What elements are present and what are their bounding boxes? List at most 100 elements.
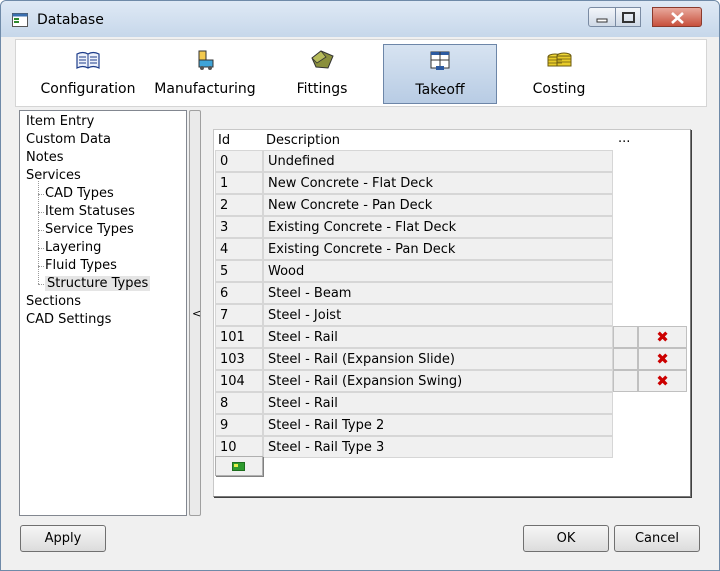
fittings-icon xyxy=(311,50,334,69)
table-row[interactable]: 7 Steel - Joist xyxy=(215,304,691,326)
cell-id[interactable]: 103 xyxy=(215,348,263,370)
add-row-button[interactable] xyxy=(215,456,263,476)
table-row[interactable]: 10 Steel - Rail Type 3 xyxy=(215,436,691,458)
book-icon xyxy=(76,51,100,69)
tree-connector xyxy=(38,230,44,231)
machine-icon xyxy=(198,50,214,70)
cell-id[interactable]: 104 xyxy=(215,370,263,392)
cell-description[interactable]: Steel - Rail (Expansion Swing) xyxy=(263,370,613,392)
cancel-button[interactable]: Cancel xyxy=(614,525,700,552)
coins-icon xyxy=(547,52,572,67)
cell-id[interactable]: 6 xyxy=(215,282,263,304)
collapse-panel-splitter[interactable]: < xyxy=(189,110,201,516)
cell-id[interactable]: 5 xyxy=(215,260,263,282)
table-row[interactable]: 8 Steel - Rail xyxy=(215,392,691,414)
category-toolbar: Configuration Manufacturing Fittings Tak… xyxy=(15,39,707,107)
tree-item-cad-settings[interactable]: CAD Settings xyxy=(26,312,111,327)
table-row[interactable]: 1 New Concrete - Flat Deck xyxy=(215,172,691,194)
cell-id[interactable]: 10 xyxy=(215,436,263,458)
tree-item-structure-types[interactable]: Structure Types xyxy=(45,276,151,291)
tree-item-service-types[interactable]: Service Types xyxy=(45,222,134,237)
row-edit-button[interactable] xyxy=(613,326,638,348)
tool-configuration[interactable]: Configuration xyxy=(28,44,148,104)
table-row[interactable]: 0 Undefined xyxy=(215,150,691,172)
app-icon xyxy=(12,13,28,27)
table-row[interactable]: 5 Wood xyxy=(215,260,691,282)
cell-id[interactable]: 8 xyxy=(215,392,263,414)
minimize-button[interactable] xyxy=(588,7,616,27)
row-edit-button[interactable] xyxy=(613,370,638,392)
structure-types-grid: Id Description ... 0 Undefined 1 New Concre… xyxy=(213,129,691,497)
table-row[interactable]: 6 Steel - Beam xyxy=(215,282,691,304)
tool-manufacturing[interactable]: Manufacturing xyxy=(148,44,262,104)
title-bar: Database xyxy=(1,1,719,37)
cell-description[interactable]: Wood xyxy=(263,260,613,282)
tool-label: Configuration xyxy=(40,81,136,97)
tree-item-notes[interactable]: Notes xyxy=(26,150,64,165)
cell-description[interactable]: Undefined xyxy=(263,150,613,172)
column-header-id: Id xyxy=(218,133,231,148)
tree-item-layering[interactable]: Layering xyxy=(45,240,101,255)
tool-costing[interactable]: Costing xyxy=(509,44,609,104)
row-delete-button[interactable]: ✖ xyxy=(638,326,687,348)
row-delete-button[interactable]: ✖ xyxy=(638,348,687,370)
apply-button[interactable]: Apply xyxy=(20,525,106,552)
delete-icon: ✖ xyxy=(656,350,669,368)
cell-description[interactable]: Steel - Rail (Expansion Slide) xyxy=(263,348,613,370)
tool-label: Costing xyxy=(532,81,586,97)
table-row[interactable]: 9 Steel - Rail Type 2 xyxy=(215,414,691,436)
tree-connector xyxy=(38,212,44,213)
tree-item-cad-types[interactable]: CAD Types xyxy=(45,186,114,201)
window-title: Database xyxy=(37,12,104,28)
cell-description[interactable]: New Concrete - Flat Deck xyxy=(263,172,613,194)
dialog-body: Configuration Manufacturing Fittings Tak… xyxy=(9,37,711,564)
row-delete-button[interactable]: ✖ xyxy=(638,370,687,392)
table-row[interactable]: 104 Steel - Rail (Expansion Swing) ✖ xyxy=(215,370,691,392)
cell-id[interactable]: 3 xyxy=(215,216,263,238)
cell-description[interactable]: Steel - Rail xyxy=(263,326,613,348)
table-row[interactable]: 103 Steel - Rail (Expansion Slide) ✖ xyxy=(215,348,691,370)
tree-item-item-statuses[interactable]: Item Statuses xyxy=(45,204,135,219)
tool-fittings[interactable]: Fittings xyxy=(272,44,372,104)
column-header-description: Description xyxy=(266,133,341,148)
tool-takeoff[interactable]: Takeoff xyxy=(383,44,497,104)
tree-connector xyxy=(38,248,44,249)
tree-item-fluid-types[interactable]: Fluid Types xyxy=(45,258,117,273)
takeoff-icon xyxy=(430,51,450,70)
cell-id[interactable]: 1 xyxy=(215,172,263,194)
cell-description[interactable]: New Concrete - Pan Deck xyxy=(263,194,613,216)
tool-label: Manufacturing xyxy=(154,81,256,97)
table-row[interactable]: 101 Steel - Rail ✖ xyxy=(215,326,691,348)
cell-description[interactable]: Existing Concrete - Pan Deck xyxy=(263,238,613,260)
tree-connector xyxy=(38,284,44,285)
tree-item-item-entry[interactable]: Item Entry xyxy=(26,114,94,129)
cell-id[interactable]: 0 xyxy=(215,150,263,172)
table-row[interactable]: 3 Existing Concrete - Flat Deck xyxy=(215,216,691,238)
maximize-button[interactable] xyxy=(615,7,641,27)
ok-button[interactable]: OK xyxy=(523,525,609,552)
database-window: Database Configuration Manufacturing Fit… xyxy=(0,0,720,571)
delete-icon: ✖ xyxy=(656,328,669,346)
tool-label: Takeoff xyxy=(415,82,465,98)
table-row[interactable]: 2 New Concrete - Pan Deck xyxy=(215,194,691,216)
cell-description[interactable]: Steel - Beam xyxy=(263,282,613,304)
cell-description[interactable]: Existing Concrete - Flat Deck xyxy=(263,216,613,238)
row-edit-button[interactable] xyxy=(613,348,638,370)
table-row[interactable]: 4 Existing Concrete - Pan Deck xyxy=(215,238,691,260)
cell-description[interactable]: Steel - Rail Type 2 xyxy=(263,414,613,436)
collapse-arrow-icon: < xyxy=(192,307,202,320)
cell-description[interactable]: Steel - Rail xyxy=(263,392,613,414)
cell-id[interactable]: 7 xyxy=(215,304,263,326)
cell-id[interactable]: 2 xyxy=(215,194,263,216)
tree-connector xyxy=(38,266,44,267)
cell-id[interactable]: 9 xyxy=(215,414,263,436)
tree-item-custom-data[interactable]: Custom Data xyxy=(26,132,111,147)
cell-description[interactable]: Steel - Rail Type 3 xyxy=(263,436,613,458)
cell-id[interactable]: 4 xyxy=(215,238,263,260)
tree-item-sections[interactable]: Sections xyxy=(26,294,81,309)
close-button[interactable] xyxy=(652,7,702,27)
tree-connector xyxy=(38,181,39,284)
tree-item-services[interactable]: Services xyxy=(26,168,81,183)
cell-id[interactable]: 101 xyxy=(215,326,263,348)
cell-description[interactable]: Steel - Joist xyxy=(263,304,613,326)
